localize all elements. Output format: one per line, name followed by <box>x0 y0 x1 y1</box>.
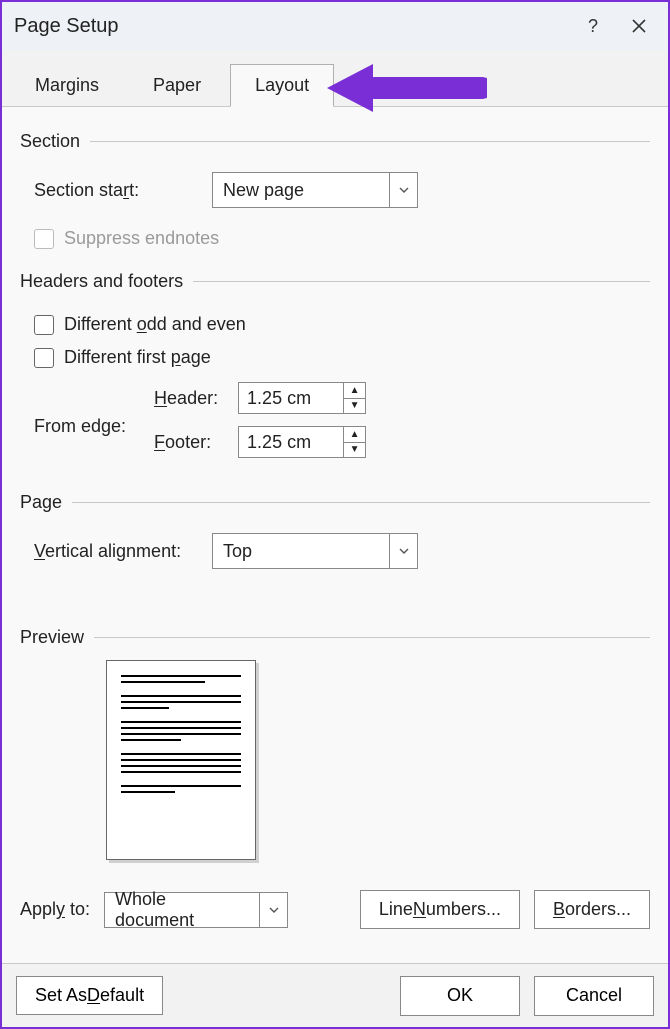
footer-value: 1.25 cm <box>239 427 343 457</box>
divider <box>94 637 650 638</box>
from-edge-label: From edge: <box>34 416 126 437</box>
titlebar: Page Setup ? <box>2 2 668 50</box>
line-numbers-button[interactable]: Line Numbers... <box>360 890 520 929</box>
page-setup-dialog: Page Setup ? Margins Paper Layout Sectio… <box>0 0 670 1029</box>
apply-row: Apply to: Whole document Line Numbers...… <box>20 890 650 929</box>
set-as-default-button[interactable]: Set As Default <box>16 976 163 1015</box>
footer-label: Footer: <box>154 432 224 453</box>
chevron-down-icon <box>389 173 417 207</box>
spin-up-icon[interactable]: ▲ <box>344 427 365 443</box>
preview-page <box>106 660 256 860</box>
dialog-footer: Set As Default OK Cancel <box>2 963 668 1027</box>
apply-to-value: Whole document <box>105 893 259 927</box>
different-first-page-label: Different first page <box>64 347 211 368</box>
different-odd-even-checkbox[interactable] <box>34 315 54 335</box>
group-hf-label: Headers and footers <box>20 271 183 292</box>
header-label: Header: <box>154 388 224 409</box>
suppress-endnotes-checkbox <box>34 229 54 249</box>
valign-label: Vertical alignment: <box>34 541 212 562</box>
tab-content-layout: Section Section start: New page Suppress… <box>2 107 668 963</box>
divider <box>90 141 650 142</box>
group-preview-label: Preview <box>20 627 84 648</box>
apply-to-label: Apply to: <box>20 899 90 920</box>
valign-value: Top <box>213 534 389 568</box>
group-preview: Preview <box>20 627 650 860</box>
group-section-label: Section <box>20 131 80 152</box>
spin-down-icon[interactable]: ▼ <box>344 443 365 458</box>
different-first-page-checkbox[interactable] <box>34 348 54 368</box>
borders-button[interactable]: Borders... <box>534 890 650 929</box>
close-icon <box>631 18 647 34</box>
tab-layout[interactable]: Layout <box>230 64 334 107</box>
divider <box>72 502 650 503</box>
valign-combo[interactable]: Top <box>212 533 418 569</box>
footer-spinner[interactable]: 1.25 cm ▲ ▼ <box>238 426 366 458</box>
group-page-label: Page <box>20 492 62 513</box>
group-section: Section Section start: New page Suppress… <box>20 131 650 249</box>
section-start-value: New page <box>213 173 389 207</box>
suppress-endnotes-label: Suppress endnotes <box>64 228 219 249</box>
close-button[interactable] <box>616 2 662 50</box>
tabstrip: Margins Paper Layout <box>2 50 668 107</box>
group-page: Page Vertical alignment: Top <box>20 492 650 569</box>
section-start-combo[interactable]: New page <box>212 172 418 208</box>
ok-button[interactable]: OK <box>400 976 520 1016</box>
cancel-button[interactable]: Cancel <box>534 976 654 1016</box>
section-start-label: Section start: <box>34 180 212 201</box>
apply-to-combo[interactable]: Whole document <box>104 892 288 928</box>
chevron-down-icon <box>389 534 417 568</box>
group-headers-footers: Headers and footers Different odd and ev… <box>20 271 650 470</box>
help-button[interactable]: ? <box>570 2 616 50</box>
header-spinner[interactable]: 1.25 cm ▲ ▼ <box>238 382 366 414</box>
divider <box>193 281 650 282</box>
dialog-title: Page Setup <box>14 15 570 38</box>
spin-down-icon[interactable]: ▼ <box>344 399 365 414</box>
spin-up-icon[interactable]: ▲ <box>344 383 365 399</box>
different-odd-even-label: Different odd and even <box>64 314 246 335</box>
tab-margins[interactable]: Margins <box>10 64 124 106</box>
header-value: 1.25 cm <box>239 383 343 413</box>
tab-paper[interactable]: Paper <box>128 64 226 106</box>
chevron-down-icon <box>259 893 287 927</box>
